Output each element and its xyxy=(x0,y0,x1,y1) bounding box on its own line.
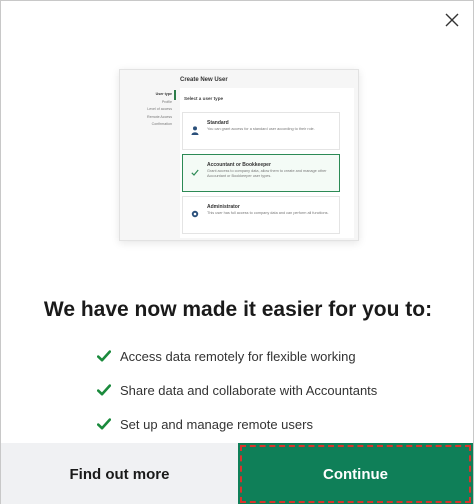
preview-step: Level of access xyxy=(147,107,172,111)
preview-option-title: Accountant or Bookkeeper xyxy=(207,162,271,168)
preview-title: Create New User xyxy=(180,77,228,83)
list-item: Set up and manage remote users xyxy=(97,407,377,441)
checkmark-icon xyxy=(97,349,111,363)
feature-list: Access data remotely for flexible workin… xyxy=(97,339,377,441)
preview-steps: User type Profile Level of access Remote… xyxy=(126,91,172,129)
dialog-footer: Find out more Continue xyxy=(1,443,474,504)
preview-option-description: This user has full access to company dat… xyxy=(207,211,329,215)
feature-text: Share data and collaborate with Accounta… xyxy=(120,382,378,398)
preview-step-indicator xyxy=(174,90,176,100)
find-out-more-button[interactable]: Find out more xyxy=(1,443,238,504)
preview-subtitle: Select a user type xyxy=(184,96,224,101)
preview-option-title: Standard xyxy=(207,120,229,126)
checkmark-icon xyxy=(97,417,111,431)
feature-text: Set up and manage remote users xyxy=(120,416,313,432)
close-icon xyxy=(445,13,459,27)
preview-step: User type xyxy=(155,92,172,96)
preview-panel: Select a user type Standard You can gran… xyxy=(180,88,354,238)
preview-option-accountant: Accountant or Bookkeeper Grant access to… xyxy=(182,154,340,192)
preview-option-administrator: Administrator This user has full access … xyxy=(182,196,340,234)
preview-step: Confirmation xyxy=(151,122,172,126)
close-button[interactable] xyxy=(439,7,465,33)
preview-step: Remote Access xyxy=(147,114,172,119)
preview-option-description: Grant access to company data, allow them… xyxy=(207,169,327,178)
preview-option-title: Administrator xyxy=(207,204,240,210)
list-item: Access data remotely for flexible workin… xyxy=(97,339,377,373)
list-item: Share data and collaborate with Accounta… xyxy=(97,373,377,407)
preview-step: Profile xyxy=(161,99,172,104)
dialog-heading: We have now made it easier for you to: xyxy=(43,298,433,321)
onboarding-dialog: Create New User User type Profile Level … xyxy=(0,0,474,504)
preview-option-description: You can grant access for a standard user… xyxy=(207,127,315,131)
gear-icon xyxy=(191,209,199,219)
create-user-preview-image: Create New User User type Profile Level … xyxy=(119,69,359,241)
user-icon xyxy=(191,125,199,135)
continue-button[interactable]: Continue xyxy=(238,443,473,504)
checkmark-icon xyxy=(97,383,111,397)
preview-option-standard: Standard You can grant access for a stan… xyxy=(182,112,340,150)
feature-text: Access data remotely for flexible workin… xyxy=(120,348,356,364)
check-icon xyxy=(191,167,199,177)
